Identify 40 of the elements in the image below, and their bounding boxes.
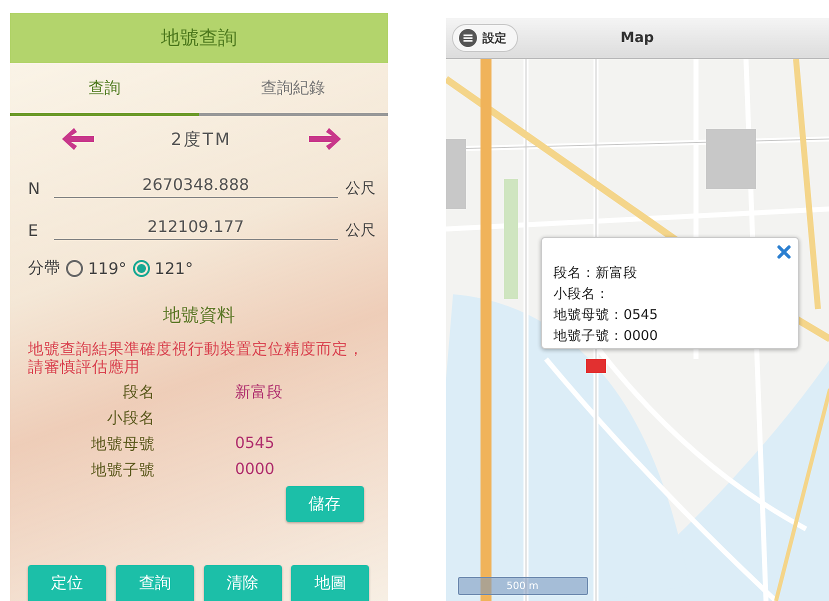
input-field[interactable]: 212109.177 xyxy=(54,217,338,240)
field-label: 地號子號 xyxy=(90,460,155,480)
close-icon[interactable] xyxy=(776,245,790,259)
action-button[interactable]: 清除 xyxy=(204,565,282,601)
tab[interactable]: 查詢紀錄 xyxy=(198,63,388,116)
menu-icon xyxy=(458,29,476,47)
field-value: 0000 xyxy=(235,460,276,480)
save-button[interactable]: 儲存 xyxy=(286,486,364,522)
field-label: 地號母號 xyxy=(90,434,155,454)
popup-text: 地號子號：0000 xyxy=(554,327,659,345)
radio-button[interactable] xyxy=(66,260,83,277)
field-label: 小段名 xyxy=(106,408,155,428)
axis-label: N xyxy=(28,179,41,198)
warning-text: 地號查詢結果準確度視行動裝置定位精度而定，請審慎評估應用 xyxy=(27,340,365,376)
radio-label: 119° xyxy=(88,259,127,278)
zone-label: 分帶 xyxy=(28,258,60,279)
field-value: 新富段 xyxy=(235,382,284,402)
radio-label: 121° xyxy=(154,259,194,278)
popup-text: 地號母號：0545 xyxy=(554,306,659,324)
field-label: 段名 xyxy=(122,382,155,402)
tab[interactable]: 查詢 xyxy=(10,63,199,116)
field-value: 0545 xyxy=(235,434,276,454)
unit-label: 公尺 xyxy=(346,221,376,240)
right-arrow-icon[interactable] xyxy=(306,126,342,152)
settings-button[interactable]: 設定 xyxy=(452,24,518,52)
scale-bar: 500 m xyxy=(458,577,588,595)
popup-text: 小段名： xyxy=(554,285,610,303)
section-title: 地號資料 xyxy=(162,304,236,327)
popup-text: 段名：新富段 xyxy=(554,264,638,282)
unit-label: 公尺 xyxy=(346,179,376,198)
screen-title: 地號查詢 xyxy=(10,13,388,63)
input-field[interactable]: 2670348.888 xyxy=(54,175,338,198)
action-button[interactable]: 地圖 xyxy=(291,565,370,601)
radio-button[interactable] xyxy=(132,260,150,277)
action-button[interactable]: 定位 xyxy=(28,565,106,601)
left-arrow-icon[interactable] xyxy=(60,126,96,152)
projection-label: 2度TM xyxy=(170,128,232,150)
map-title: Map xyxy=(620,30,654,46)
action-button[interactable]: 查詢 xyxy=(116,565,194,601)
axis-label: E xyxy=(28,221,40,240)
